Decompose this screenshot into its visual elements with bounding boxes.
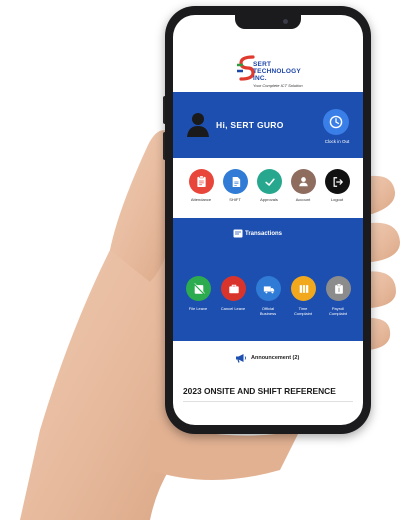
logout-icon	[333, 176, 343, 187]
product-mockup: SERT TECHNOLOGY INC. Your Complete ICT S…	[0, 0, 406, 520]
clock-in-out-button[interactable]	[323, 109, 349, 135]
divider	[183, 401, 353, 402]
cancel-leave-button[interactable]	[221, 276, 246, 301]
check-icon	[264, 177, 275, 186]
logo-tagline: Your Complete ICT Solution	[253, 83, 303, 88]
menu-label: Attendance	[190, 197, 212, 202]
menu-label: Cancel Leave	[213, 306, 253, 311]
payroll-icon	[334, 283, 343, 294]
menu-label: File Leave	[178, 306, 218, 311]
menu-label-line: Complaint	[293, 311, 312, 316]
transactions-title: Transactions	[245, 231, 283, 237]
main-menu-row: Attendance SHIFT Approvals Account Logou…	[173, 165, 363, 213]
menu-label-line: Business	[259, 311, 277, 316]
account-button[interactable]	[291, 169, 316, 194]
greeting-text: Hi, SERT GURO	[216, 120, 284, 130]
logo-name-line: SERT	[253, 61, 272, 68]
user-header: Hi, SERT GURO Clock in Out	[173, 92, 363, 158]
shift-button[interactable]	[223, 169, 248, 194]
menu-label-line: Cancel Leave	[220, 306, 246, 311]
menu-label: Account	[295, 197, 311, 202]
menu-label-line: File Leave	[188, 306, 208, 311]
phone-screen: SERT TECHNOLOGY INC. Your Complete ICT S…	[173, 15, 363, 425]
logo-name-line: TECHNOLOGY	[253, 68, 301, 75]
file-leave-button[interactable]	[186, 276, 211, 301]
truck-icon	[263, 285, 274, 294]
user-icon	[299, 177, 308, 187]
approvals-button[interactable]	[257, 169, 282, 194]
clipboard-icon	[197, 175, 206, 187]
announcement-label: Announcement (2)	[251, 355, 300, 361]
menu-label: Approvals	[260, 197, 278, 202]
menu-label: Official Business	[248, 306, 288, 316]
announcement-bar[interactable]: Announcement (2)	[173, 341, 363, 377]
phone-notch	[235, 15, 301, 29]
logo-text: SERT TECHNOLOGY INC.	[253, 61, 301, 82]
menu-label: SHIFT	[229, 197, 241, 202]
menu-label: Time Complaint	[283, 306, 323, 316]
payroll-complaint-button[interactable]	[326, 276, 351, 301]
clock-in-out-label: Clock in Out	[324, 139, 350, 144]
transactions-icon	[233, 229, 243, 238]
leave-icon	[192, 282, 205, 295]
transactions-section: Transactions File Leave Cancel Leave Off…	[173, 218, 363, 341]
megaphone-icon	[236, 354, 246, 363]
menu-label: Logout	[330, 197, 344, 202]
official-business-button[interactable]	[256, 276, 281, 301]
clock-icon	[329, 115, 343, 129]
briefcase-icon	[228, 284, 239, 293]
reference-title: 2023 ONSITE AND SHIFT REFERENCE	[183, 386, 336, 396]
document-icon	[232, 176, 240, 187]
attendance-button[interactable]	[189, 169, 214, 194]
columns-icon	[299, 284, 308, 293]
menu-label: Payroll Complaint	[318, 306, 358, 316]
camera-dot	[283, 19, 288, 24]
logout-button[interactable]	[325, 169, 350, 194]
time-complaint-button[interactable]	[291, 276, 316, 301]
avatar-icon	[187, 113, 209, 137]
menu-label-line: Complaint	[328, 311, 347, 316]
logo-name-line: INC.	[253, 75, 267, 82]
